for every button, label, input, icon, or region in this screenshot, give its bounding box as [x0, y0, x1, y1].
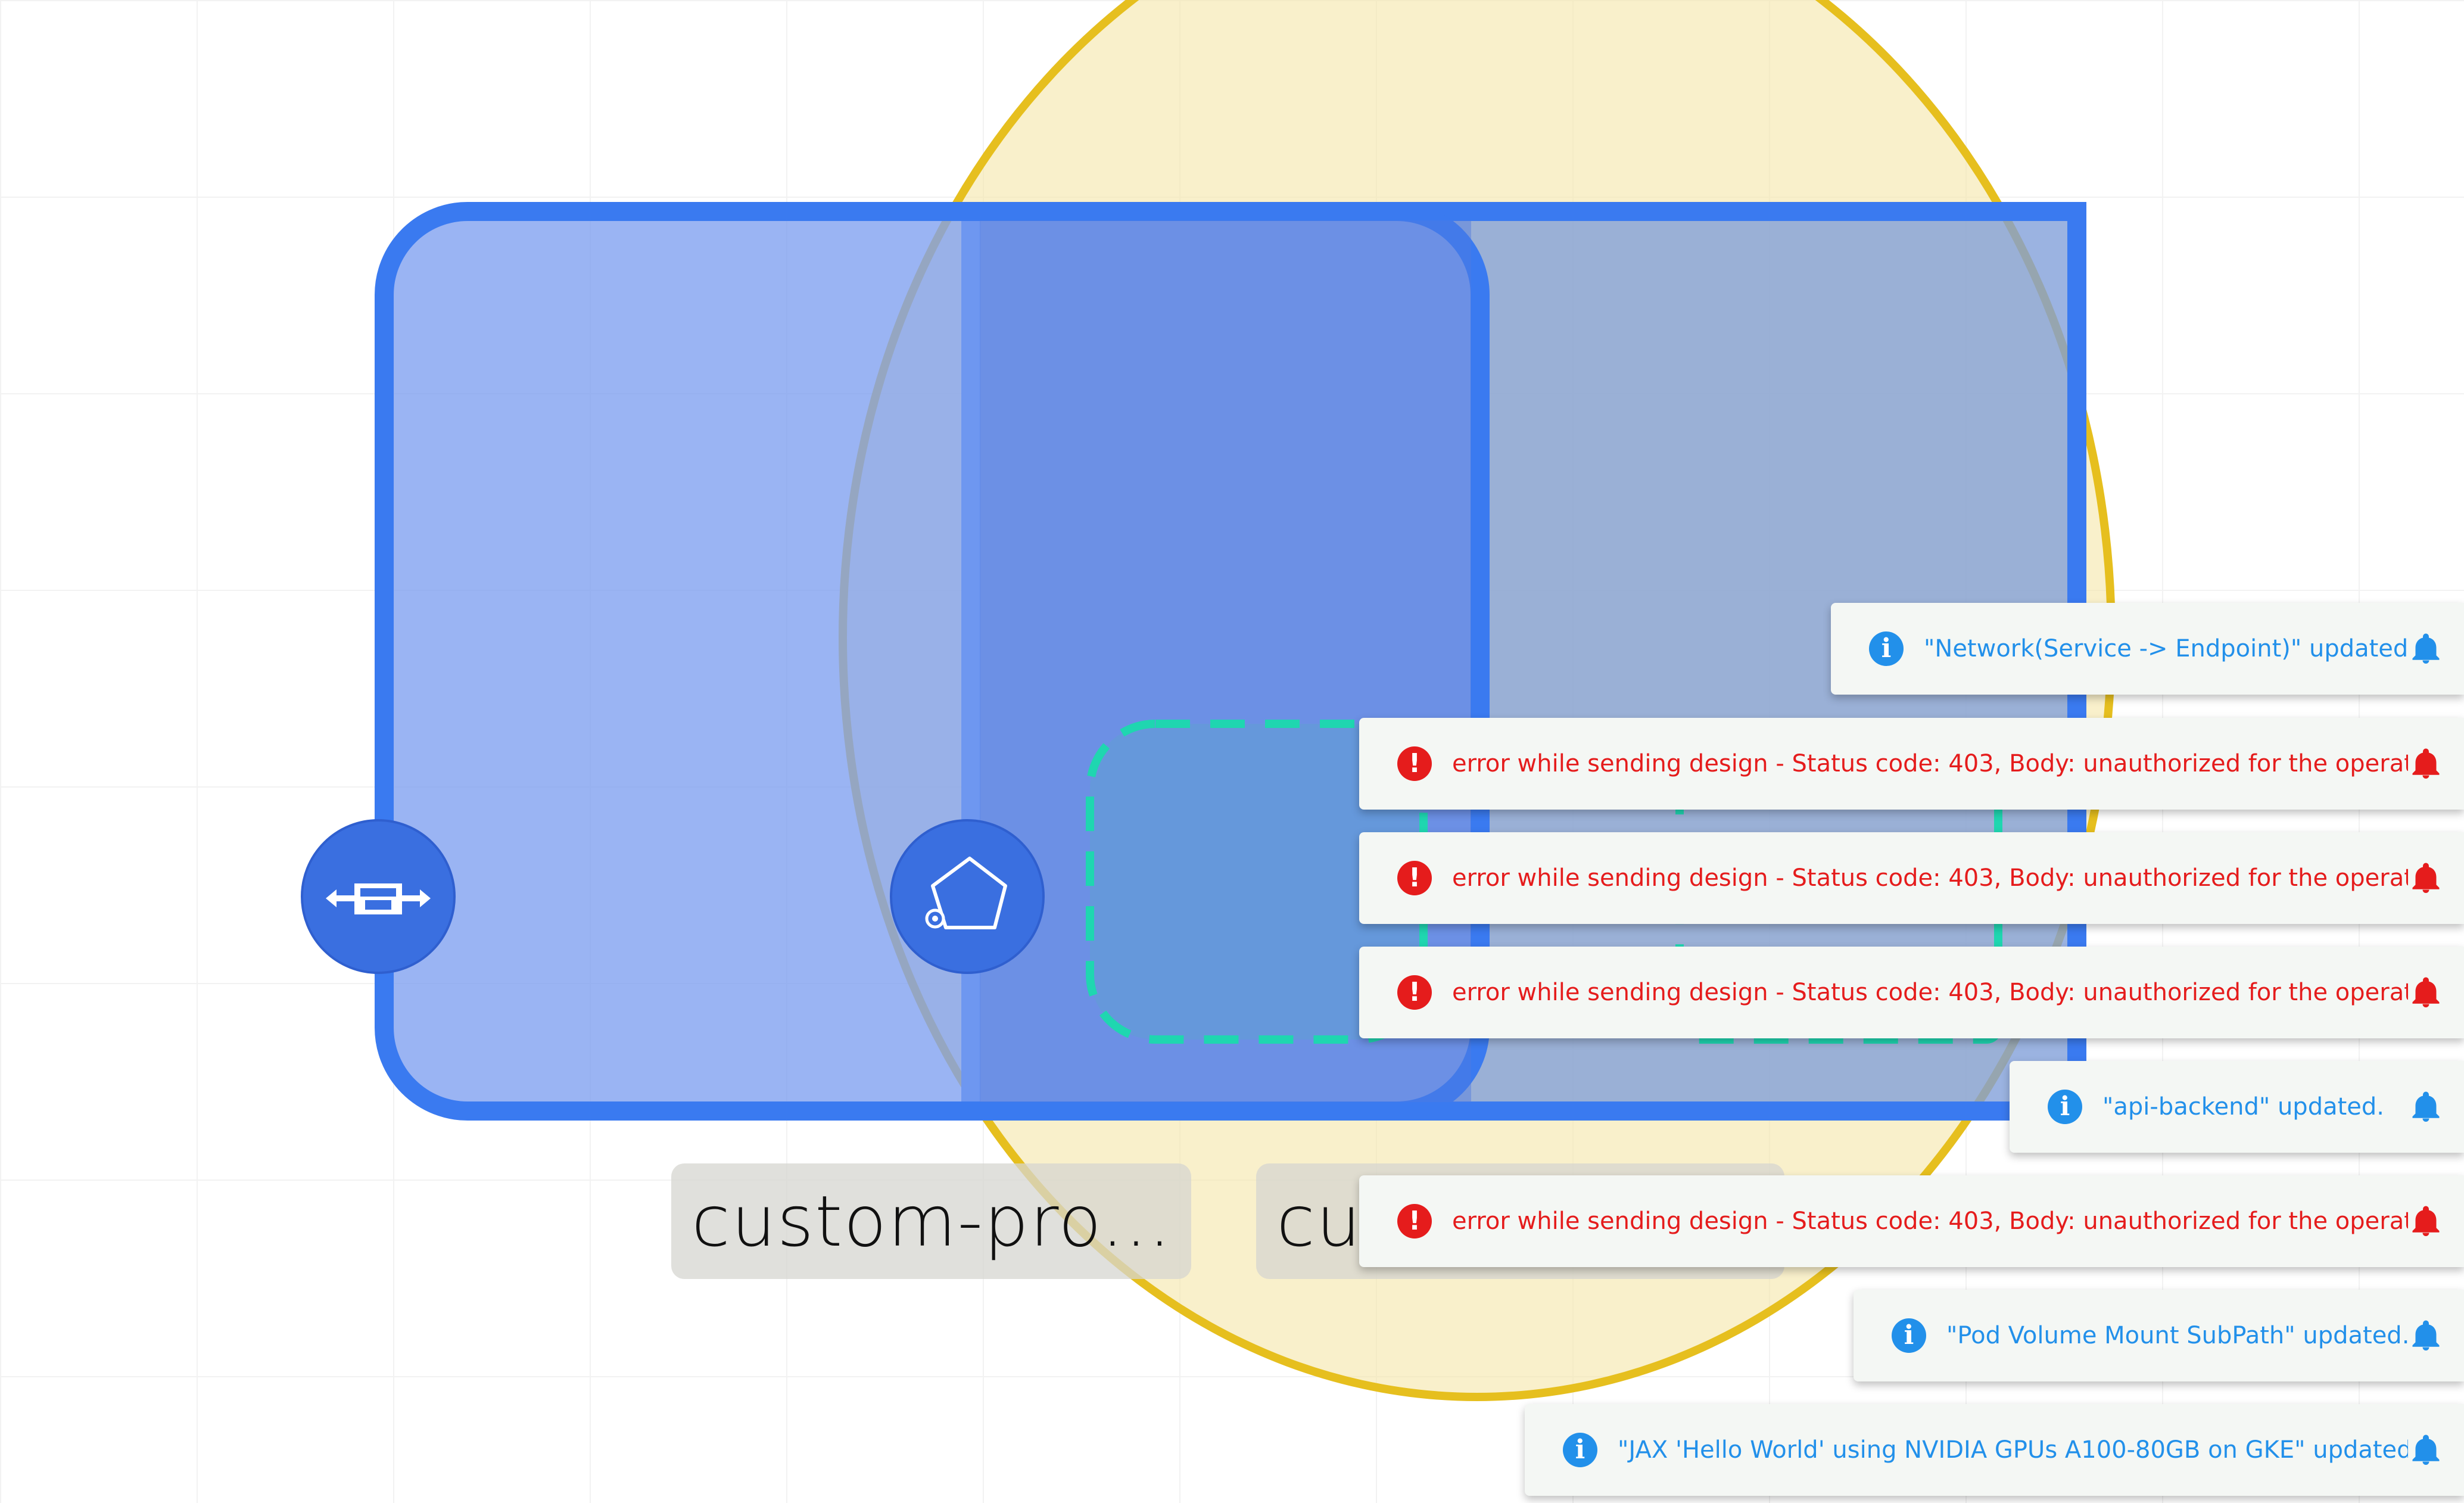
notification-toast[interactable]: i "api-backend" updated. [2010, 1061, 2464, 1153]
info-icon: i [1869, 631, 1904, 666]
bell-icon[interactable] [2408, 975, 2444, 1010]
info-icon: i [2048, 1090, 2082, 1124]
notification-toast[interactable]: i "Pod Volume Mount SubPath" updated. [1854, 1290, 2464, 1381]
bell-icon[interactable] [2408, 1089, 2444, 1125]
error-icon: ! [1397, 1204, 1432, 1239]
service-network-icon[interactable] [301, 819, 456, 974]
bell-icon[interactable] [2408, 1318, 2444, 1353]
bell-icon[interactable] [2408, 631, 2444, 667]
notification-message: error while sending design - Status code… [1452, 750, 2408, 777]
notification-message: error while sending design - Status code… [1452, 979, 2408, 1006]
notification-toast[interactable]: ! error while sending design - Status co… [1359, 832, 2464, 924]
notification-toast[interactable]: ! error while sending design - Status co… [1359, 947, 2464, 1038]
notification-toast[interactable]: i "Network(Service -> Endpoint)" updated… [1831, 603, 2464, 695]
notification-message: error while sending design - Status code… [1452, 864, 2408, 892]
error-icon: ! [1397, 746, 1432, 781]
notification-message: "JAX 'Hello World' using NVIDIA GPUs A10… [1618, 1436, 2408, 1464]
notification-toast[interactable]: ! error while sending design - Status co… [1359, 718, 2464, 810]
error-icon: ! [1397, 861, 1432, 895]
bell-icon[interactable] [2408, 746, 2444, 782]
info-icon: i [1563, 1433, 1597, 1467]
info-icon: i [1892, 1318, 1926, 1353]
notification-toast[interactable]: ! error while sending design - Status co… [1359, 1175, 2464, 1267]
notification-toast[interactable]: i "JAX 'Hello World' using NVIDIA GPUs A… [1525, 1404, 2464, 1496]
bell-icon[interactable] [2408, 1203, 2444, 1239]
bell-icon[interactable] [2408, 1432, 2444, 1468]
error-icon: ! [1397, 975, 1432, 1010]
notification-message: "api-backend" updated. [2102, 1093, 2384, 1121]
bell-icon[interactable] [2408, 860, 2444, 896]
notification-message: "Pod Volume Mount SubPath" updated. [1946, 1322, 2408, 1349]
pentagon-endpoint-icon[interactable] [890, 819, 1045, 974]
node-label[interactable]: custom-pro... [671, 1163, 1191, 1279]
notification-message: "Network(Service -> Endpoint)" updated. [1924, 635, 2408, 662]
notification-message: error while sending design - Status code… [1452, 1208, 2408, 1235]
